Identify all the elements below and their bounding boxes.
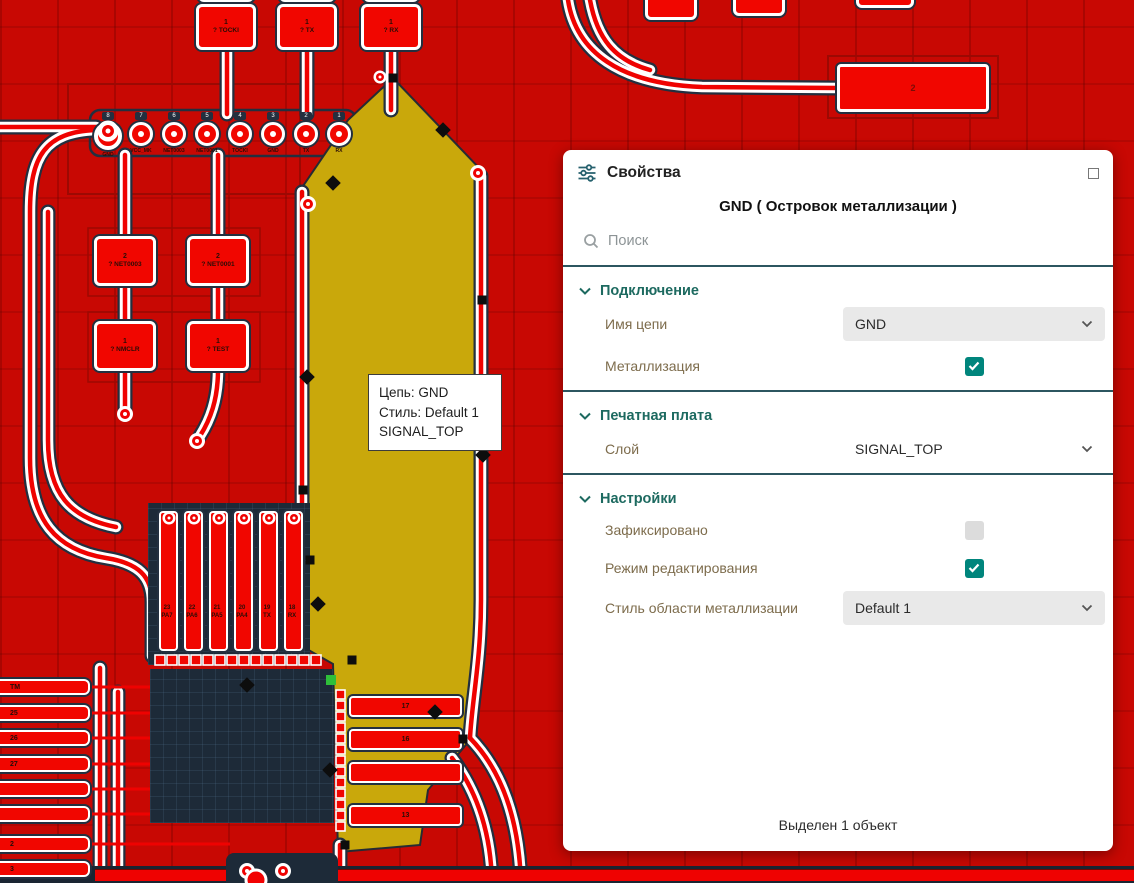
section-board[interactable]: Печатная плата [563,392,1113,428]
metallization-checkbox[interactable] [965,357,984,376]
tooltip-net: Цепь: GND [379,383,491,403]
selected-object-title: GND ( Островок металлизации ) [563,188,1113,227]
section-connection[interactable]: Подключение [563,267,1113,303]
metallization-row: Металлизация [563,345,1113,387]
via-pads[interactable] [98,71,487,880]
edit-mode-row: Режим редактирования [563,549,1113,587]
hover-tooltip: Цепь: GND Стиль: Default 1 SIGNAL_TOP [368,374,502,451]
dock-icon[interactable] [1088,168,1099,179]
check-icon [968,361,980,371]
pour-style-label: Стиль области металлизации [605,600,843,616]
active-vertex-handle[interactable] [326,675,336,685]
section-title: Подключение [600,283,699,299]
tooltip-style: Стиль: Default 1 [379,403,491,423]
layer-select[interactable]: SIGNAL_TOP [843,432,1105,466]
metallization-label: Металлизация [605,358,843,374]
pour-style-row: Стиль области металлизации Default 1 [563,587,1113,629]
selection-handles[interactable] [239,74,491,850]
layer-row: Слой SIGNAL_TOP [563,428,1113,470]
properties-panel: Свойства GND ( Островок металлизации ) П… [563,150,1113,851]
fixed-row: Зафиксировано [563,511,1113,549]
chevron-down-icon [579,412,591,420]
search-field[interactable]: Поиск [563,227,1113,262]
pour-style-value: Default 1 [855,600,911,616]
search-placeholder: Поиск [608,233,648,249]
pour-style-select[interactable]: Default 1 [843,591,1105,625]
net-name-value: GND [855,316,886,332]
layer-label: Слой [605,441,843,457]
panel-title: Свойства [607,164,681,182]
chevron-down-icon [1081,445,1093,453]
section-title: Настройки [600,491,677,507]
through-hole-pad[interactable] [246,870,266,883]
chevron-down-icon [579,287,591,295]
fixed-label: Зафиксировано [605,522,843,538]
chevron-down-icon [1081,320,1093,328]
net-name-row: Имя цепи GND [563,303,1113,345]
selection-status: Выделен 1 объект [563,801,1113,851]
panel-header: Свойства [563,150,1113,188]
layer-value: SIGNAL_TOP [855,441,943,457]
fixed-checkbox[interactable] [965,521,984,540]
smd-pad-strip[interactable] [155,655,321,665]
check-icon [968,563,980,573]
tooltip-layer: SIGNAL_TOP [379,422,491,442]
net-name-select[interactable]: GND [843,307,1105,341]
chevron-down-icon [579,495,591,503]
section-title: Печатная плата [600,408,712,424]
edit-mode-label: Режим редактирования [605,560,843,576]
search-icon [583,233,599,249]
sliders-icon [577,163,597,183]
chevron-down-icon [1081,604,1093,612]
smd-pad-column[interactable] [336,690,345,831]
net-name-label: Имя цепи [605,316,843,332]
section-settings[interactable]: Настройки [563,475,1113,511]
pcb-editor-window: 1 ? TOCKI 1 ? TX 1 ? RX 8 GND 7 VCC_MK 6… [0,0,1134,883]
edit-mode-checkbox[interactable] [965,559,984,578]
